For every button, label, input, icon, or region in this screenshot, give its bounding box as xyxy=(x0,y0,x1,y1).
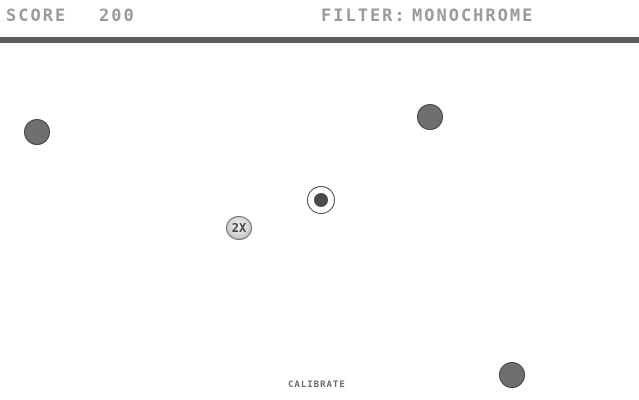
player-core xyxy=(314,193,328,207)
powerup-label: 2X xyxy=(231,221,247,235)
enemy-ball-icon xyxy=(499,362,525,388)
multiplier-powerup-icon[interactable]: 2X xyxy=(226,216,252,240)
hud-divider-bar xyxy=(0,37,639,43)
score-label: SCORE xyxy=(6,6,68,26)
enemy-ball-icon xyxy=(417,104,443,130)
game-canvas[interactable]: SCORE 200 FILTER: MONOCHROME 2X CALIBRAT… xyxy=(0,0,639,400)
calibrate-button[interactable]: CALIBRATE xyxy=(288,380,346,390)
filter-value: MONOCHROME xyxy=(412,6,535,26)
player-target-icon[interactable] xyxy=(307,186,335,214)
filter-label: FILTER: xyxy=(321,6,407,26)
score-value: 200 xyxy=(99,6,136,26)
enemy-ball-icon xyxy=(24,119,50,145)
